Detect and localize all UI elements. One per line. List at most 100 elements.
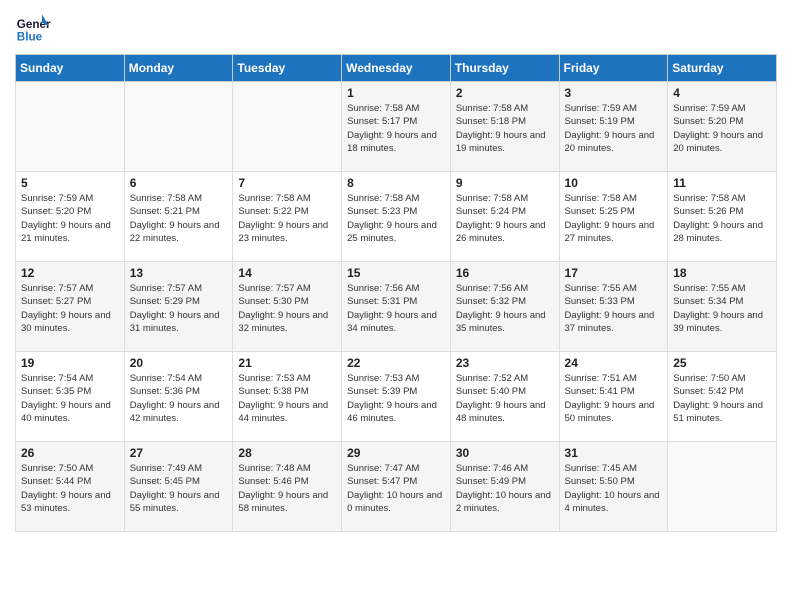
day-info: Sunrise: 7:54 AMSunset: 5:36 PMDaylight:…	[130, 372, 228, 425]
calendar-cell: 22 Sunrise: 7:53 AMSunset: 5:39 PMDayligh…	[342, 352, 451, 442]
page-header: General Blue	[15, 10, 777, 46]
day-number: 30	[456, 446, 554, 460]
day-info: Sunrise: 7:56 AMSunset: 5:31 PMDaylight:…	[347, 282, 445, 335]
calendar-cell: 25 Sunrise: 7:50 AMSunset: 5:42 PMDayligh…	[668, 352, 777, 442]
calendar-week-row: 5 Sunrise: 7:59 AMSunset: 5:20 PMDaylight…	[16, 172, 777, 262]
calendar-cell: 21Sunrise: 7:53 AMSunset: 5:38 PMDayligh…	[233, 352, 342, 442]
day-info: Sunrise: 7:56 AMSunset: 5:32 PMDaylight:…	[456, 282, 554, 335]
day-info: Sunrise: 7:58 AMSunset: 5:23 PMDaylight:…	[347, 192, 445, 245]
day-number: 21	[238, 356, 336, 370]
day-info: Sunrise: 7:58 AMSunset: 5:18 PMDaylight:…	[456, 102, 554, 155]
day-number: 15	[347, 266, 445, 280]
day-number: 12	[21, 266, 119, 280]
page-container: General Blue SundayMondayTuesdayWednesda…	[0, 0, 792, 542]
calendar-cell: 1 Sunrise: 7:58 AMSunset: 5:17 PMDaylight…	[342, 82, 451, 172]
day-number: 5	[21, 176, 119, 190]
day-info: Sunrise: 7:54 AMSunset: 5:35 PMDaylight:…	[21, 372, 119, 425]
calendar-cell: 11 Sunrise: 7:58 AMSunset: 5:26 PMDayligh…	[668, 172, 777, 262]
day-info: Sunrise: 7:57 AMSunset: 5:29 PMDaylight:…	[130, 282, 228, 335]
day-info: Sunrise: 7:55 AMSunset: 5:33 PMDaylight:…	[565, 282, 663, 335]
day-number: 17	[565, 266, 663, 280]
calendar-cell: 16 Sunrise: 7:56 AMSunset: 5:32 PMDayligh…	[450, 262, 559, 352]
calendar-cell	[16, 82, 125, 172]
day-info: Sunrise: 7:55 AMSunset: 5:34 PMDaylight:…	[673, 282, 771, 335]
calendar-week-row: 12 Sunrise: 7:57 AMSunset: 5:27 PMDayligh…	[16, 262, 777, 352]
day-info: Sunrise: 7:59 AMSunset: 5:20 PMDaylight:…	[21, 192, 119, 245]
calendar-cell: 23Sunrise: 7:52 AMSunset: 5:40 PMDayligh…	[450, 352, 559, 442]
calendar-header: SundayMondayTuesdayWednesdayThursdayFrid…	[16, 55, 777, 82]
calendar-week-row: 1 Sunrise: 7:58 AMSunset: 5:17 PMDaylight…	[16, 82, 777, 172]
day-number: 29	[347, 446, 445, 460]
day-number: 25	[673, 356, 771, 370]
logo-icon: General Blue	[15, 10, 51, 46]
day-info: Sunrise: 7:58 AMSunset: 5:26 PMDaylight:…	[673, 192, 771, 245]
day-number: 10	[565, 176, 663, 190]
day-number: 26	[21, 446, 119, 460]
day-info: Sunrise: 7:58 AMSunset: 5:17 PMDaylight:…	[347, 102, 445, 155]
day-info: Sunrise: 7:58 AMSunset: 5:24 PMDaylight:…	[456, 192, 554, 245]
day-number: 22	[347, 356, 445, 370]
weekday-header: Thursday	[450, 55, 559, 82]
calendar-cell	[124, 82, 233, 172]
day-info: Sunrise: 7:50 AMSunset: 5:44 PMDaylight:…	[21, 462, 119, 515]
calendar-cell: 15 Sunrise: 7:56 AMSunset: 5:31 PMDayligh…	[342, 262, 451, 352]
weekday-header: Friday	[559, 55, 668, 82]
day-info: Sunrise: 7:48 AMSunset: 5:46 PMDaylight:…	[238, 462, 336, 515]
calendar-cell: 30 Sunrise: 7:46 AMSunset: 5:49 PMDayligh…	[450, 442, 559, 532]
day-number: 9	[456, 176, 554, 190]
calendar-cell: 14Sunrise: 7:57 AMSunset: 5:30 PMDayligh…	[233, 262, 342, 352]
day-number: 13	[130, 266, 228, 280]
day-info: Sunrise: 7:50 AMSunset: 5:42 PMDaylight:…	[673, 372, 771, 425]
day-number: 8	[347, 176, 445, 190]
calendar-cell: 24Sunrise: 7:51 AMSunset: 5:41 PMDayligh…	[559, 352, 668, 442]
calendar-cell: 7Sunrise: 7:58 AMSunset: 5:22 PMDaylight…	[233, 172, 342, 262]
calendar-table: SundayMondayTuesdayWednesdayThursdayFrid…	[15, 54, 777, 532]
day-number: 7	[238, 176, 336, 190]
day-number: 24	[565, 356, 663, 370]
calendar-cell: 19 Sunrise: 7:54 AMSunset: 5:35 PMDayligh…	[16, 352, 125, 442]
day-number: 2	[456, 86, 554, 100]
calendar-cell: 9 Sunrise: 7:58 AMSunset: 5:24 PMDaylight…	[450, 172, 559, 262]
calendar-cell	[668, 442, 777, 532]
day-info: Sunrise: 7:46 AMSunset: 5:49 PMDaylight:…	[456, 462, 554, 515]
calendar-cell: 6 Sunrise: 7:58 AMSunset: 5:21 PMDaylight…	[124, 172, 233, 262]
weekday-header: Monday	[124, 55, 233, 82]
day-info: Sunrise: 7:58 AMSunset: 5:21 PMDaylight:…	[130, 192, 228, 245]
calendar-cell: 28Sunrise: 7:48 AMSunset: 5:46 PMDayligh…	[233, 442, 342, 532]
day-number: 19	[21, 356, 119, 370]
day-info: Sunrise: 7:53 AMSunset: 5:39 PMDaylight:…	[347, 372, 445, 425]
logo: General Blue	[15, 10, 51, 46]
calendar-cell: 5 Sunrise: 7:59 AMSunset: 5:20 PMDaylight…	[16, 172, 125, 262]
calendar-cell: 29 Sunrise: 7:47 AMSunset: 5:47 PMDayligh…	[342, 442, 451, 532]
day-number: 6	[130, 176, 228, 190]
day-info: Sunrise: 7:49 AMSunset: 5:45 PMDaylight:…	[130, 462, 228, 515]
calendar-cell: 4 Sunrise: 7:59 AMSunset: 5:20 PMDaylight…	[668, 82, 777, 172]
day-number: 3	[565, 86, 663, 100]
day-number: 16	[456, 266, 554, 280]
calendar-cell: 20 Sunrise: 7:54 AMSunset: 5:36 PMDayligh…	[124, 352, 233, 442]
day-number: 11	[673, 176, 771, 190]
calendar-cell: 17 Sunrise: 7:55 AMSunset: 5:33 PMDayligh…	[559, 262, 668, 352]
day-info: Sunrise: 7:58 AMSunset: 5:25 PMDaylight:…	[565, 192, 663, 245]
svg-text:Blue: Blue	[17, 31, 43, 44]
weekday-header: Tuesday	[233, 55, 342, 82]
day-info: Sunrise: 7:59 AMSunset: 5:20 PMDaylight:…	[673, 102, 771, 155]
weekday-header: Wednesday	[342, 55, 451, 82]
day-info: Sunrise: 7:47 AMSunset: 5:47 PMDaylight:…	[347, 462, 445, 515]
calendar-week-row: 26 Sunrise: 7:50 AMSunset: 5:44 PMDayligh…	[16, 442, 777, 532]
calendar-week-row: 19 Sunrise: 7:54 AMSunset: 5:35 PMDayligh…	[16, 352, 777, 442]
day-info: Sunrise: 7:59 AMSunset: 5:19 PMDaylight:…	[565, 102, 663, 155]
day-number: 1	[347, 86, 445, 100]
day-info: Sunrise: 7:57 AMSunset: 5:27 PMDaylight:…	[21, 282, 119, 335]
day-number: 18	[673, 266, 771, 280]
calendar-cell: 31 Sunrise: 7:45 AMSunset: 5:50 PMDayligh…	[559, 442, 668, 532]
calendar-cell: 12 Sunrise: 7:57 AMSunset: 5:27 PMDayligh…	[16, 262, 125, 352]
day-number: 31	[565, 446, 663, 460]
day-info: Sunrise: 7:45 AMSunset: 5:50 PMDaylight:…	[565, 462, 663, 515]
weekday-header: Sunday	[16, 55, 125, 82]
day-number: 14	[238, 266, 336, 280]
calendar-cell: 13 Sunrise: 7:57 AMSunset: 5:29 PMDayligh…	[124, 262, 233, 352]
day-number: 20	[130, 356, 228, 370]
day-number: 4	[673, 86, 771, 100]
day-info: Sunrise: 7:52 AMSunset: 5:40 PMDaylight:…	[456, 372, 554, 425]
